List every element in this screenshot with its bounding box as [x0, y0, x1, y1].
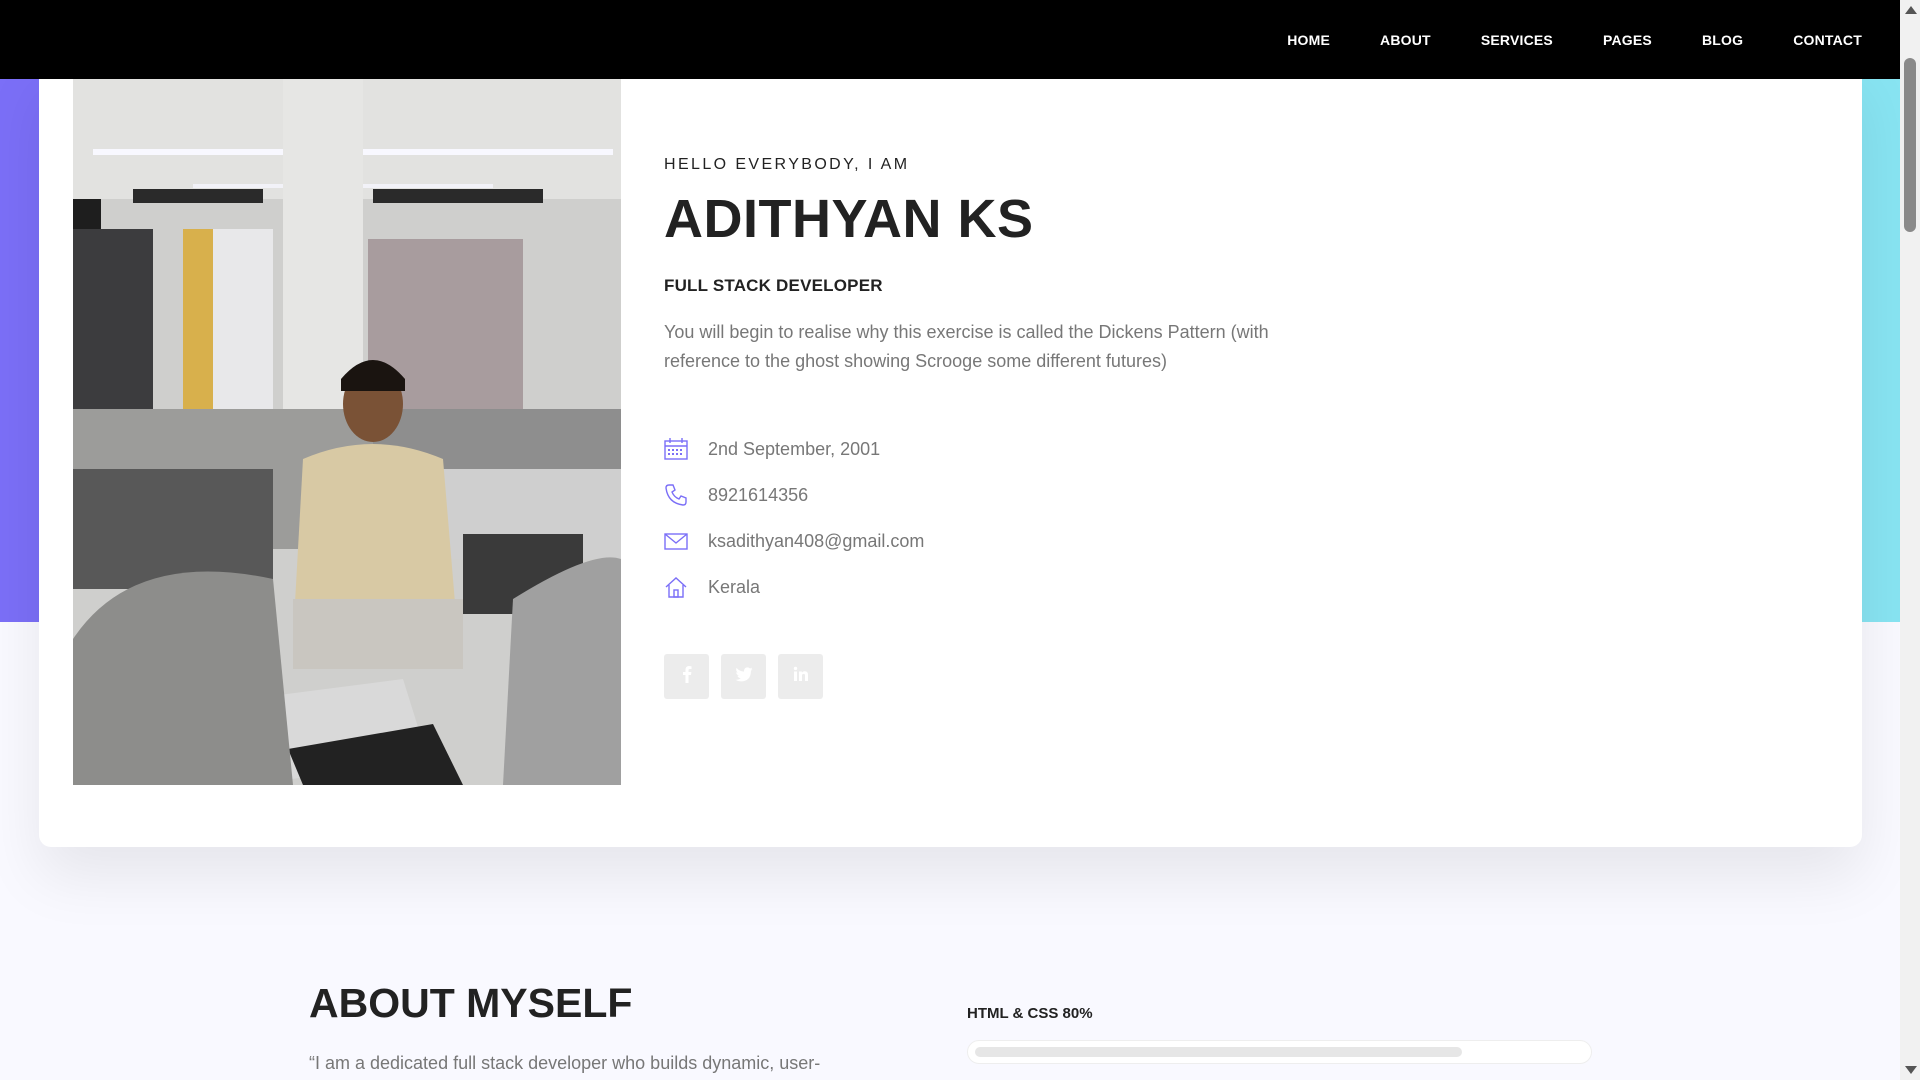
- hero-blurb: You will begin to realise why this exerc…: [664, 322, 1269, 371]
- about-title: ABOUT MYSELF: [309, 980, 633, 1026]
- scroll-down-arrow-icon[interactable]: [1905, 1066, 1917, 1074]
- about-quote: “I am a dedicated full stack developer w…: [309, 1053, 821, 1073]
- mail-icon: [664, 529, 708, 553]
- hero-greeting: HELLO EVERYBODY, I AM: [664, 156, 910, 173]
- nav-blog[interactable]: BLOG: [1702, 32, 1743, 48]
- info-birthday: 2nd September, 2001: [708, 438, 881, 459]
- hero-role: FULL STACK DEVELOPER: [664, 276, 883, 295]
- twitter-icon: [734, 666, 753, 687]
- nav-pages[interactable]: PAGES: [1603, 32, 1652, 48]
- hero-intro: HELLO EVERYBODY, I AM ADITHYAN KS FULL S…: [664, 156, 1284, 699]
- skill-progress-fill: [975, 1047, 1462, 1057]
- main-nav: HOME ABOUT SERVICES PAGES BLOG CONTACT: [1237, 0, 1862, 79]
- profile-photo: [73, 79, 621, 785]
- decor-band-right: [1862, 79, 1900, 622]
- top-navbar: HOME ABOUT SERVICES PAGES BLOG CONTACT: [0, 0, 1900, 79]
- info-phone: 8921614356: [708, 484, 809, 505]
- scroll-up-arrow-icon[interactable]: [1905, 6, 1917, 14]
- linkedin-button[interactable]: [778, 654, 823, 699]
- facebook-button[interactable]: [664, 654, 709, 699]
- nav-contact[interactable]: CONTACT: [1793, 32, 1862, 48]
- page-scrollbar[interactable]: [1900, 0, 1920, 1080]
- info-row-phone: 8921614356: [664, 472, 1284, 518]
- social-links: [664, 654, 1284, 699]
- contact-info-list: 2nd September, 2001 8921614356 ksadithya…: [664, 426, 1284, 610]
- hero-name: ADITHYAN KS: [664, 189, 1034, 249]
- skill-progress-bar: [967, 1040, 1592, 1064]
- info-row-email: ksadithyan408@gmail.com: [664, 518, 1284, 564]
- info-row-location: Kerala: [664, 564, 1284, 610]
- nav-home[interactable]: HOME: [1287, 32, 1330, 48]
- twitter-button[interactable]: [721, 654, 766, 699]
- linkedin-icon: [793, 666, 809, 687]
- nav-services[interactable]: SERVICES: [1481, 32, 1553, 48]
- decor-band-left: [0, 79, 39, 622]
- phone-icon: [664, 483, 708, 507]
- info-row-birthday: 2nd September, 2001: [664, 426, 1284, 472]
- info-email: ksadithyan408@gmail.com: [708, 530, 925, 551]
- info-location: Kerala: [708, 576, 761, 597]
- facebook-icon: [682, 665, 692, 688]
- calendar-icon: [664, 437, 708, 461]
- scrollbar-thumb[interactable]: [1904, 58, 1916, 232]
- home-icon: [664, 575, 708, 599]
- skill-label: HTML & CSS 80%: [967, 1005, 1093, 1022]
- nav-about[interactable]: ABOUT: [1380, 32, 1431, 48]
